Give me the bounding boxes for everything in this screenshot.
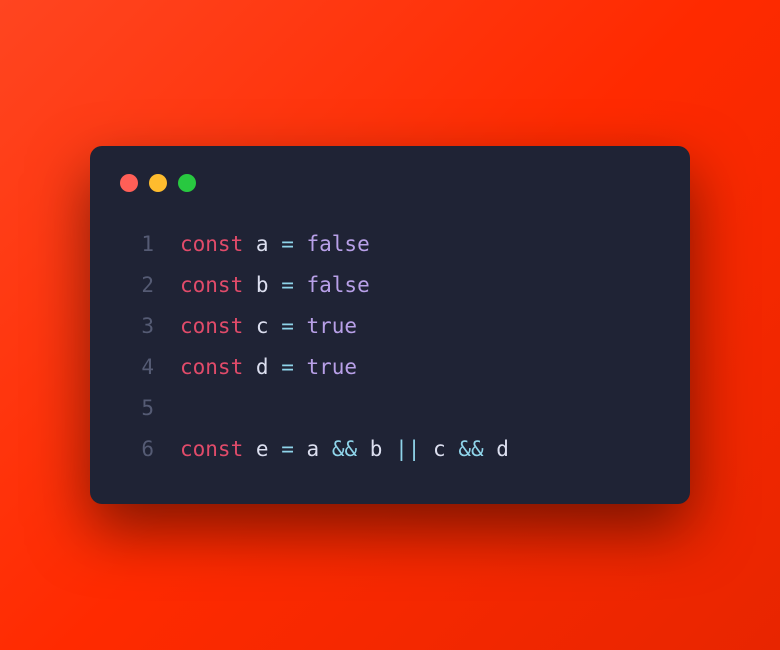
line-number: 3 (120, 306, 154, 347)
minimize-icon[interactable] (149, 174, 167, 192)
token-keyword: const (180, 306, 243, 347)
token-operator: && (458, 429, 483, 470)
token-space (243, 306, 256, 347)
token-space (294, 224, 307, 265)
code-editor-window: 1 const a = false 2 const b = false 3 const c… (90, 146, 690, 504)
token-space (446, 429, 459, 470)
token-boolean: true (307, 306, 358, 347)
token-keyword: const (180, 224, 243, 265)
line-number: 1 (120, 224, 154, 265)
token-boolean: false (307, 265, 370, 306)
token-space (243, 429, 256, 470)
code-area[interactable]: 1 const a = false 2 const b = false 3 const c… (120, 224, 660, 470)
token-space (269, 429, 282, 470)
token-space (294, 347, 307, 388)
token-space (294, 265, 307, 306)
token-space (382, 429, 395, 470)
token-space (484, 429, 497, 470)
token-space (357, 429, 370, 470)
token-space (243, 265, 256, 306)
token-identifier: d (496, 429, 509, 470)
line-number: 2 (120, 265, 154, 306)
code-line: 5 (120, 388, 660, 429)
code-line: 4 const d = true (120, 347, 660, 388)
line-number: 5 (120, 388, 154, 429)
code-line: 2 const b = false (120, 265, 660, 306)
token-identifier: b (256, 265, 269, 306)
token-identifier: c (256, 306, 269, 347)
token-space (269, 224, 282, 265)
token-space (269, 306, 282, 347)
token-operator: = (281, 306, 294, 347)
line-content: const a = false (180, 224, 370, 265)
token-operator: && (332, 429, 357, 470)
token-identifier: a (256, 224, 269, 265)
token-space (243, 224, 256, 265)
token-operator: = (281, 224, 294, 265)
line-content: const e = a && b || c && d (180, 429, 509, 470)
token-identifier: a (307, 429, 320, 470)
line-content: const b = false (180, 265, 370, 306)
token-space (294, 429, 307, 470)
line-number: 4 (120, 347, 154, 388)
token-operator: = (281, 265, 294, 306)
token-space (243, 347, 256, 388)
line-content: const d = true (180, 347, 357, 388)
token-keyword: const (180, 347, 243, 388)
code-line: 6 const e = a && b || c && d (120, 429, 660, 470)
line-content: const c = true (180, 306, 357, 347)
token-identifier: d (256, 347, 269, 388)
close-icon[interactable] (120, 174, 138, 192)
token-space (420, 429, 433, 470)
code-line: 1 const a = false (120, 224, 660, 265)
token-identifier: e (256, 429, 269, 470)
token-operator: = (281, 347, 294, 388)
line-number: 6 (120, 429, 154, 470)
token-keyword: const (180, 429, 243, 470)
token-boolean: true (307, 347, 358, 388)
token-operator: || (395, 429, 420, 470)
token-keyword: const (180, 265, 243, 306)
token-boolean: false (307, 224, 370, 265)
token-space (319, 429, 332, 470)
token-space (269, 265, 282, 306)
token-identifier: c (433, 429, 446, 470)
token-identifier: b (370, 429, 383, 470)
token-space (294, 306, 307, 347)
token-operator: = (281, 429, 294, 470)
maximize-icon[interactable] (178, 174, 196, 192)
code-line: 3 const c = true (120, 306, 660, 347)
token-space (269, 347, 282, 388)
window-controls (120, 174, 660, 192)
